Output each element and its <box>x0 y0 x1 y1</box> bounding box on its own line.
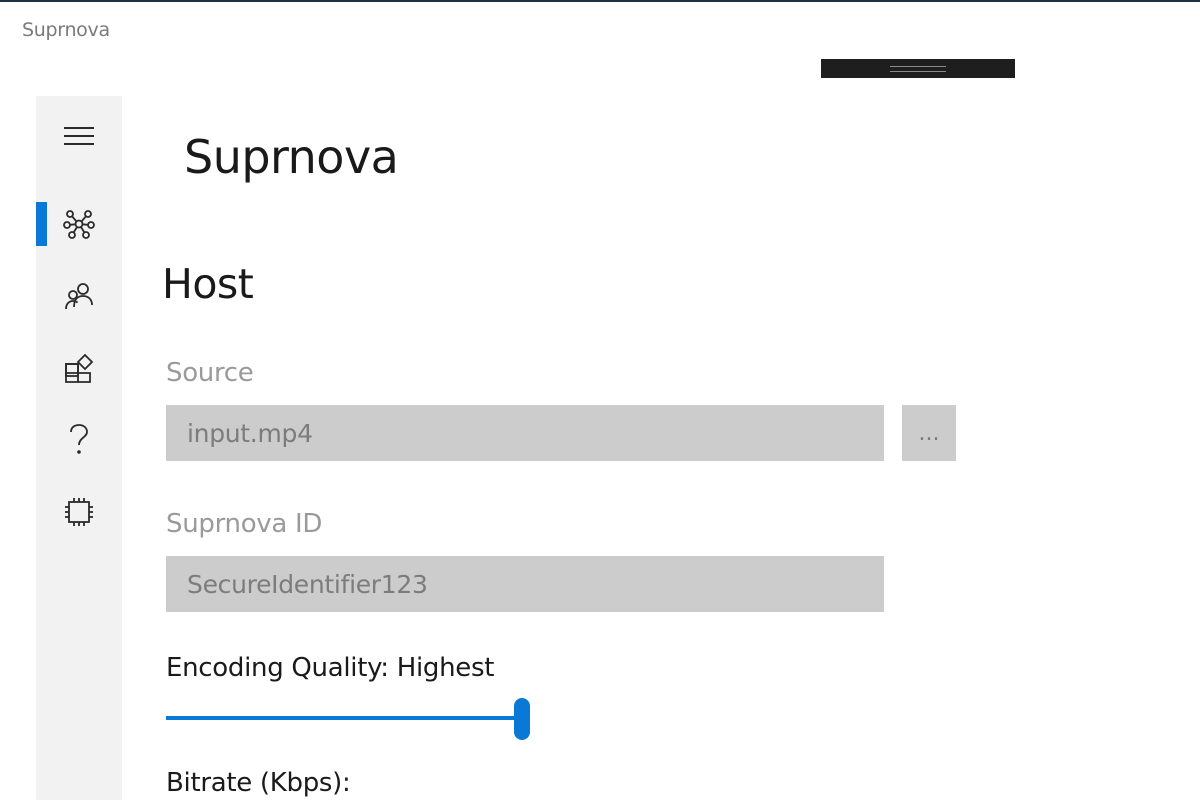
help-icon <box>70 424 88 454</box>
slider-thumb[interactable] <box>514 698 530 740</box>
nav-item-host[interactable] <box>36 196 122 252</box>
page-title: Suprnova <box>184 130 399 184</box>
network-icon <box>63 210 95 239</box>
grip-icon <box>890 66 946 72</box>
apps-add-icon <box>65 353 94 383</box>
window-drag-handle[interactable] <box>821 59 1015 78</box>
nav-item-people[interactable] <box>36 268 122 324</box>
navigation-rail <box>36 96 122 800</box>
section-title-host: Host <box>162 260 254 308</box>
suprnova-id-label: Suprnova ID <box>166 509 323 539</box>
window-title: Suprnova <box>22 19 110 41</box>
slider-track-fill <box>166 716 518 720</box>
suprnova-id-input[interactable] <box>166 556 884 612</box>
nav-item-help[interactable] <box>36 412 122 468</box>
source-label: Source <box>166 358 254 388</box>
nav-item-hardware[interactable] <box>36 484 122 540</box>
hamburger-menu-icon <box>64 127 94 145</box>
encoding-quality-slider[interactable] <box>166 696 530 740</box>
source-input[interactable] <box>166 405 884 461</box>
people-icon <box>65 283 93 310</box>
bitrate-label: Bitrate (Kbps): <box>166 768 351 798</box>
processor-chip-icon <box>65 498 93 526</box>
encoding-quality-label: Encoding Quality: Highest <box>166 653 495 683</box>
nav-menu-toggle[interactable] <box>36 108 122 164</box>
window-frame-edge <box>0 0 1200 2</box>
nav-item-apps[interactable] <box>36 340 122 396</box>
browse-source-button[interactable]: ... <box>902 405 956 461</box>
